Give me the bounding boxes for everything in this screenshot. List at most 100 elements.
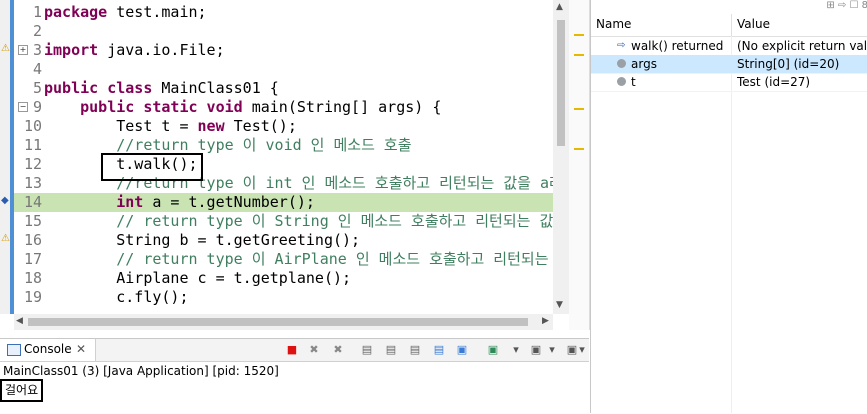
code-line[interactable]: 1 package test.main; — [14, 3, 553, 22]
keyword-token: package — [44, 3, 108, 21]
code-text: int a = t.getNumber(); — [44, 193, 315, 212]
fold-expand-icon[interactable]: + — [18, 45, 28, 55]
code-text: Airplane c = t.getplane(); — [44, 269, 351, 288]
variables-header: Name Value — [591, 14, 867, 37]
code-line[interactable]: 9 public static void main(String[] args)… — [14, 98, 553, 117]
value-column-header[interactable]: Value — [737, 17, 770, 31]
code-text: //return type 이 void 인 메소드 호출 — [44, 136, 411, 155]
line-number: 18 — [23, 269, 42, 287]
scroll-down-icon[interactable]: ▼ — [556, 300, 563, 310]
line-number: 14 — [23, 193, 42, 211]
line-number: 12 — [23, 155, 42, 173]
overview-warning-mark[interactable] — [574, 108, 584, 110]
code-line[interactable]: 4 — [14, 60, 553, 79]
code-token: Test(); — [224, 117, 297, 135]
code-token: main(String[] args) { — [242, 98, 442, 116]
line-number: 15 — [23, 212, 42, 230]
scroll-thumb[interactable] — [557, 20, 565, 146]
variable-name: walk() returned — [631, 39, 724, 53]
code-line[interactable]: 14 int a = t.getNumber(); — [14, 193, 553, 212]
console-view: Console ✕ ■ ✖ ✖ ▤ ▤ ▤ ▤ ▣ ▣ ▾ ▣ ▾ ▣ ▾ MainClass01 (3)… — [0, 338, 589, 414]
console-tabbar: Console ✕ ■ ✖ ✖ ▤ ▤ ▤ ▤ ▣ ▣ ▾ ▣ ▾ ▣ ▾ — [0, 339, 589, 362]
code-line[interactable]: 13 //return type 이 int 인 메소드 호출하고 리턴되는 값… — [14, 174, 553, 193]
code-line[interactable]: 11 //return type 이 void 인 메소드 호출 — [14, 136, 553, 155]
remove-launch-icon[interactable]: ✖ — [307, 343, 321, 357]
code-token: String b = t.getGreeting(); — [44, 231, 361, 249]
variable-name: t — [631, 75, 636, 89]
comment-token: // return type 이 AirPlane 인 메소드 호출하고 리턴되… — [44, 250, 553, 268]
line-number: 11 — [23, 136, 42, 154]
code-text: public static void main(String[] args) { — [44, 98, 441, 117]
variable-row[interactable]: t Test (id=27) — [591, 73, 867, 91]
scroll-lock-icon[interactable]: ▤ — [384, 343, 398, 357]
view-menu-icon[interactable]: ▾ — [575, 343, 589, 357]
column-grid-line — [731, 36, 732, 413]
code-line[interactable]: 12 t.walk(); — [14, 155, 553, 174]
code-line[interactable]: 10 Test t = new Test(); — [14, 117, 553, 136]
comment-token: // return type 이 String 인 메소드 호출하고 리턴되는 … — [44, 212, 553, 230]
code-area[interactable]: 1 package test.main; 2 3 import java.io.File… — [14, 0, 553, 314]
scroll-up-icon[interactable]: ▲ — [556, 2, 563, 12]
column-separator[interactable] — [731, 14, 732, 36]
code-line[interactable]: 18 Airplane c = t.getplane(); — [14, 269, 553, 288]
code-line[interactable]: 15 // return type 이 String 인 메소드 호출하고 리턴… — [14, 212, 553, 231]
code-text: // return type 이 String 인 메소드 호출하고 리턴되는 … — [44, 212, 553, 231]
remove-all-icon[interactable]: ✖ — [331, 343, 345, 357]
tab-console[interactable]: Console ✕ — [0, 339, 96, 361]
show-on-output-icon[interactable]: ▤ — [432, 343, 446, 357]
overview-warning-mark[interactable] — [574, 34, 584, 36]
display-selected-icon[interactable]: ▾ — [509, 343, 523, 357]
close-icon[interactable]: ✕ — [76, 342, 86, 356]
code-token: Airplane c = t.getplane(); — [44, 269, 352, 287]
line-number: 5 — [32, 79, 42, 97]
editor-horizontal-scrollbar[interactable]: ◀ ▶ — [14, 314, 553, 330]
code-editor[interactable]: 1 package test.main; 2 3 import java.io.File… — [0, 0, 569, 330]
row-separator — [591, 91, 867, 92]
scroll-left-icon[interactable]: ◀ — [16, 316, 23, 326]
open-console-icon[interactable]: ▾ — [545, 343, 559, 357]
local-variable-icon — [617, 77, 626, 86]
code-line[interactable]: 5 public class MainClass01 { — [14, 79, 553, 98]
line-number: 10 — [23, 117, 42, 135]
return-value-icon: ⇨ — [617, 40, 626, 51]
variables-toolbar[interactable]: ⊞ ⇨ ☐ 8 — [591, 0, 867, 14]
line-number: 1 — [32, 3, 42, 21]
clear-console-icon[interactable]: ▤ — [360, 343, 374, 357]
line-number: 2 — [32, 22, 42, 40]
code-line[interactable]: 16 String b = t.getGreeting(); — [14, 231, 553, 250]
scroll-thumb[interactable] — [28, 318, 528, 326]
instruction-pointer-icon[interactable]: ◆ — [1, 195, 9, 206]
warning-marker-icon[interactable]: ⚠ — [1, 233, 10, 244]
line-number: 4 — [32, 60, 42, 78]
show-on-error-icon[interactable]: ▣ — [455, 343, 469, 357]
console-output[interactable]: 걸어요 — [0, 379, 44, 402]
fold-collapse-icon[interactable]: − — [18, 102, 28, 112]
terminate-icon[interactable]: ■ — [285, 343, 299, 357]
code-line[interactable]: 17 // return type 이 AirPlane 인 메소드 호출하고 … — [14, 250, 553, 269]
code-line[interactable]: 3 import java.io.File; — [14, 41, 553, 60]
variable-row[interactable]: args String[0] (id=20) — [591, 55, 867, 73]
variable-row[interactable]: ⇨ walk() returned (No explicit return valu… — [591, 37, 867, 55]
overview-warning-mark[interactable] — [574, 148, 584, 150]
word-wrap-icon[interactable]: ▤ — [408, 343, 422, 357]
name-column-header[interactable]: Name — [596, 17, 631, 31]
console-icon — [7, 344, 21, 356]
pin-console-icon[interactable]: ▣ — [486, 343, 500, 357]
scroll-right-icon[interactable]: ▶ — [542, 316, 549, 326]
line-number: 13 — [23, 174, 42, 192]
variable-name: args — [631, 57, 657, 71]
display-dropdown-icon[interactable]: ▣ — [529, 343, 543, 357]
code-text: public class MainClass01 { — [44, 79, 279, 98]
editor-vertical-scrollbar[interactable]: ▲ ▼ — [553, 0, 569, 314]
warning-marker-icon[interactable]: ⚠ — [1, 43, 10, 54]
console-tab-label: Console — [24, 342, 72, 356]
overview-warning-mark[interactable] — [574, 54, 584, 56]
code-text: // return type 이 AirPlane 인 메소드 호출하고 리턴되… — [44, 250, 553, 269]
console-process-description: MainClass01 (3) [Java Application] [pid:… — [3, 364, 279, 378]
overview-ruler[interactable] — [569, 0, 590, 330]
code-token: test.main; — [107, 3, 207, 21]
code-line[interactable]: 19 c.fly(); — [14, 288, 553, 307]
code-token: MainClass01 { — [152, 79, 279, 97]
code-line[interactable]: 2 — [14, 22, 553, 41]
